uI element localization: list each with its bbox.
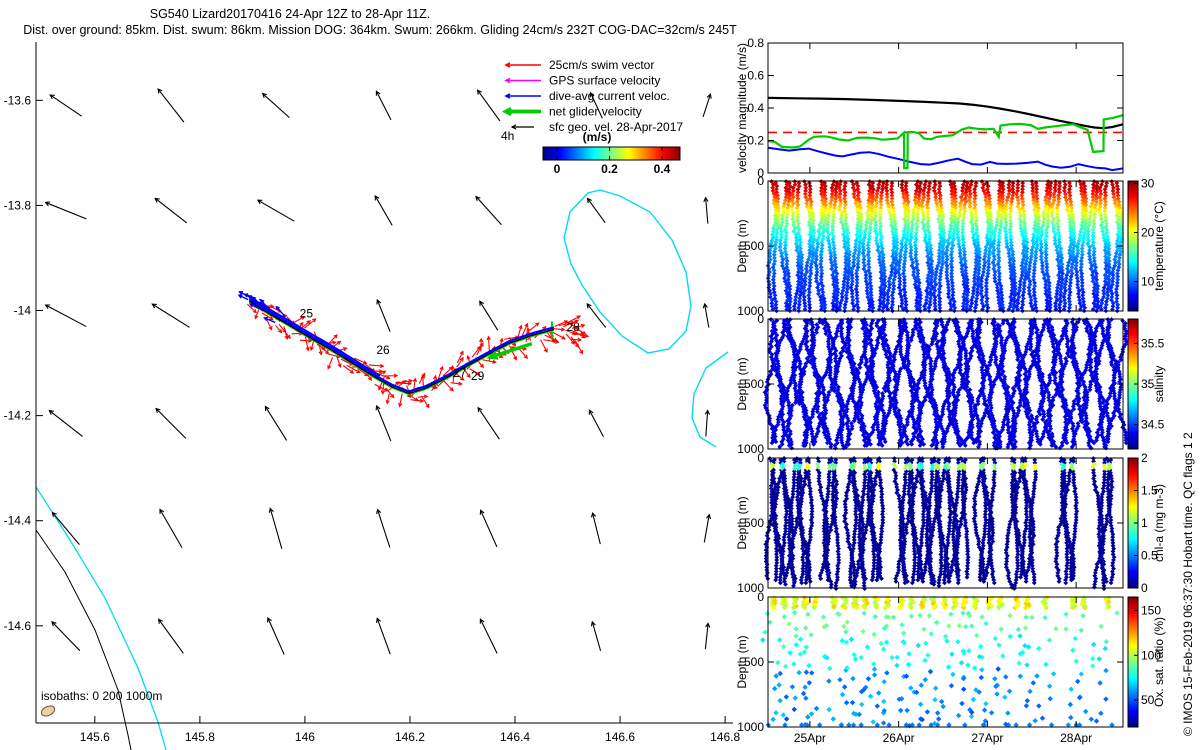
velocity-tick-label: 0.6 <box>747 69 764 83</box>
map-y-tick-label: -14 <box>14 304 32 318</box>
map-x-tick-label: 146 <box>295 730 315 744</box>
depth-tick-label: 1000 <box>737 720 764 734</box>
dive-number-labels: 25 26 27 29 28 <box>300 306 580 383</box>
net-glider-velocity-line <box>248 301 555 396</box>
colorbar-label: chl-a (mg m-3) <box>1152 484 1166 562</box>
map-y-tick-label: -14.6 <box>4 619 32 633</box>
colorbar-label: Ox. sat. ratio (%) <box>1152 617 1166 707</box>
legend-duration-label: 4h <box>501 129 514 143</box>
velocity-tick-label: 0.2 <box>747 134 764 148</box>
map-y-tick-label: -14.4 <box>4 514 32 528</box>
depth-tick-label: 0 <box>757 590 764 604</box>
map-plot: 25 26 27 29 28 145.6 145.8 146 146.2 146.4 146.6 14… <box>4 42 740 750</box>
map-x-tick-label: 146.6 <box>605 730 635 744</box>
glider-track-line <box>248 300 555 395</box>
depth-tick-label: 0 <box>757 174 764 188</box>
legend-colorbar-tick: 0.2 <box>601 162 618 176</box>
velocity-tick-label: 0.8 <box>747 36 764 50</box>
map-x-tick-label: 146.8 <box>710 730 740 744</box>
figure-subtitle: Dist. over ground: 85km. Dist. swum: 86k… <box>23 23 737 37</box>
legend-colorbar <box>542 146 681 161</box>
date-tick-label: 28Apr <box>1060 731 1092 745</box>
colorbar-tick-label: 2 <box>1141 451 1148 465</box>
colorbar-tick-label: 150 <box>1141 603 1161 617</box>
dive-number-label: 25 <box>300 306 314 320</box>
colorbar-tick-label: 1 <box>1141 516 1148 530</box>
date-tick-label: 25Apr <box>794 731 826 745</box>
bathymetry-contours <box>35 189 729 750</box>
colorbar-tick-label: 0 <box>1141 581 1148 595</box>
figure-title: SG540 Lizard20170416 24-Apr 12Z to 28-Ap… <box>150 7 431 21</box>
legend-label: net glider velocity <box>549 105 642 119</box>
imos-watermark: © IMOS 15-Feb-2019 06:37:30 Hobart time.… <box>1181 432 1195 736</box>
depth-tick-label: 0 <box>757 312 764 326</box>
dive-number-label: 28 <box>566 320 580 334</box>
figure-canvas: SG540 Lizard20170416 24-Apr 12Z to 28-Ap… <box>4 7 1195 750</box>
isobath-1000m <box>35 486 167 750</box>
map-y-tick-label: -14.2 <box>4 409 32 423</box>
map-x-tick-label: 145.6 <box>80 730 110 744</box>
map-legend: 25cm/s swim vector GPS surface velocitydi… <box>501 58 683 176</box>
date-tick-label: 27Apr <box>971 731 1003 745</box>
dive-number-label: 27 <box>453 366 467 380</box>
colorbar-label: salinity <box>1152 366 1166 403</box>
map-y-tick-label: -13.6 <box>4 93 32 107</box>
depth-axis-label: Depth (m) <box>735 219 749 272</box>
colorbar-tick-label: 34.5 <box>1141 418 1165 432</box>
colorbar-label: temperature (°C) <box>1152 201 1166 291</box>
isobaths-label: isobaths: 0 200 1000m <box>41 689 162 703</box>
legend-colorbar-tick: 0 <box>554 162 561 176</box>
legend-label: GPS surface velocity <box>549 74 660 88</box>
legend-label: 25cm/s swim vector <box>549 58 654 72</box>
velocity-tick-label: 0.4 <box>747 101 764 115</box>
eddy-contour-2 <box>691 351 729 448</box>
map-y-tick-label: -13.8 <box>4 198 32 212</box>
island <box>40 705 56 717</box>
legend-label: sfc geo. vel. 28-Apr-2017 <box>549 120 683 134</box>
eddy-contour <box>563 189 692 354</box>
depth-tick-label: 0 <box>757 451 764 465</box>
map-x-tick-label: 146.4 <box>500 730 530 744</box>
depth-axis-label: Depth (m) <box>735 496 749 549</box>
colorbar-tick-label: 30 <box>1141 176 1155 190</box>
map-x-tick-label: 145.8 <box>185 730 215 744</box>
oxygen-colorbar: 50100150Ox. sat. ratio (%) <box>1127 596 1166 728</box>
temperature-colorbar: 102030temperature (°C) <box>1127 176 1166 312</box>
dive-number-label: 29 <box>471 369 485 383</box>
date-axis-labels: 25Apr 26Apr 27Apr 28Apr <box>794 731 1092 745</box>
dive-number-label: 26 <box>376 343 390 357</box>
legend-label: dive-avg current veloc. <box>549 89 670 103</box>
legend-colorbar-title: (m/s) <box>583 130 612 144</box>
depth-axis-label: Depth (m) <box>735 357 749 410</box>
salinity-colorbar: 34.53535.5salinity <box>1127 318 1166 450</box>
timeseries-panels: 00.20.40.60.8velocity magnitude (m/s)050… <box>735 36 1166 745</box>
chlorophyll-colorbar: 00.511.52chl-a (mg m-3) <box>1127 451 1166 595</box>
legend-colorbar-tick: 0.4 <box>654 162 671 176</box>
colorbar-tick-label: 35.5 <box>1141 336 1165 350</box>
depth-axis-label: Depth (m) <box>735 635 749 688</box>
date-tick-label: 26Apr <box>883 731 915 745</box>
map-x-tick-label: 146.2 <box>395 730 425 744</box>
glider-mission-figure: SG540 Lizard20170416 24-Apr 12Z to 28-Ap… <box>0 0 1200 750</box>
velocity-axis-label: velocity magnitude (m/s) <box>735 43 749 173</box>
